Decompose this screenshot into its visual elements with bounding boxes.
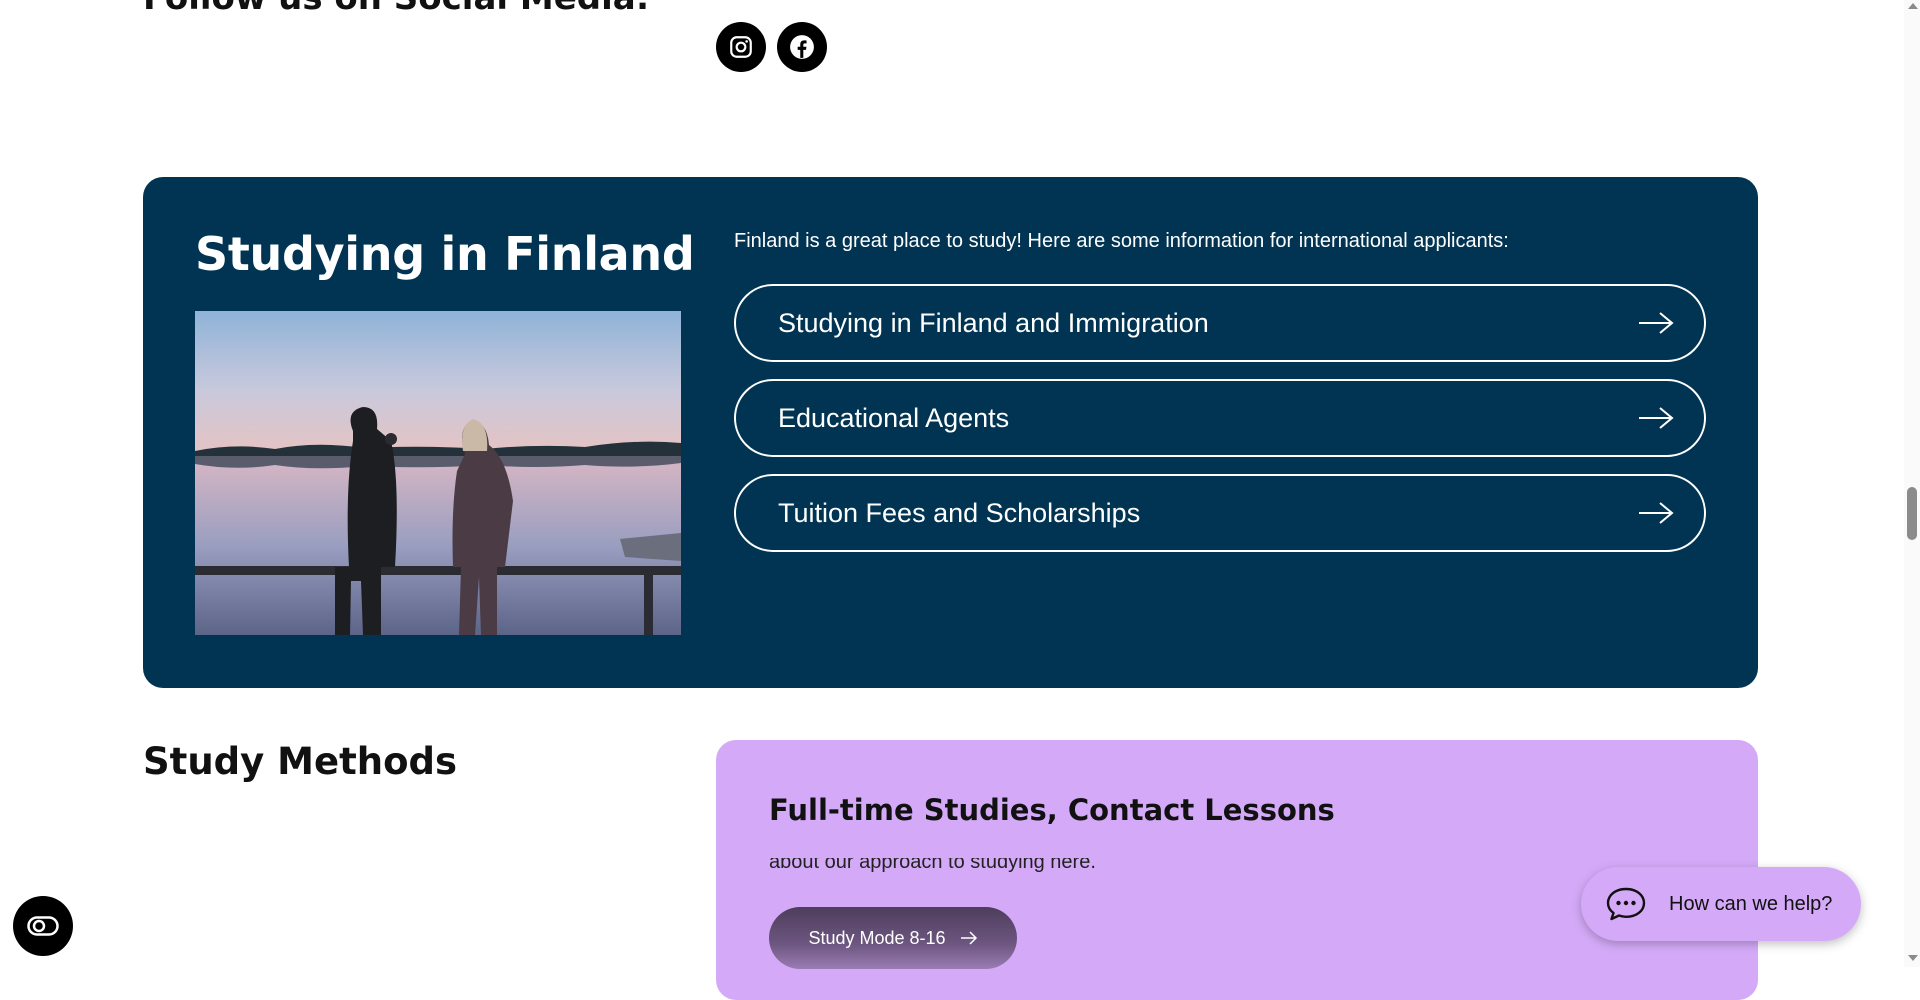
instagram-icon (730, 36, 752, 58)
methods-card-text: about our approach to studying here. (769, 858, 1096, 878)
facebook-icon (790, 35, 814, 59)
scroll-down-arrow-icon[interactable] (1908, 955, 1918, 961)
finland-lake-photo (195, 311, 681, 635)
arrow-right-icon (1639, 407, 1674, 429)
scrollbar-thumb[interactable] (1907, 487, 1917, 540)
link-label: Educational Agents (778, 402, 1010, 433)
page-scrollbar[interactable] (1904, 0, 1920, 967)
link-label: Tuition Fees and Scholarships (778, 497, 1141, 528)
study-methods-heading: Study Methods (143, 740, 458, 783)
facebook-link[interactable] (777, 22, 827, 72)
studying-in-finland-card: Studying in Finland Finland is a great p… (143, 177, 1758, 688)
chat-widget-button[interactable]: How can we help? (1581, 867, 1861, 941)
finland-link-list: Studying in Finland and Immigration Educ… (734, 284, 1706, 569)
social-icons (716, 22, 827, 72)
link-tuition-fees-and-scholarships[interactable]: Tuition Fees and Scholarships (734, 474, 1706, 552)
arrow-right-icon (960, 931, 977, 945)
link-studying-in-finland-and-immigration[interactable]: Studying in Finland and Immigration (734, 284, 1706, 362)
accessibility-toggle-icon (27, 916, 59, 936)
social-media-heading: Follow us on Social Media: (143, 0, 649, 18)
finland-card-title: Studying in Finland (195, 227, 695, 281)
finland-intro-text: Finland is a great place to study! Here … (734, 230, 1509, 252)
scroll-up-arrow-icon[interactable] (1908, 3, 1918, 9)
arrow-right-icon (1639, 502, 1674, 524)
arrow-right-icon (1639, 312, 1674, 334)
methods-card-text-line: about our approach to studying here. (769, 858, 1096, 873)
methods-card-title: Full-time Studies, Contact Lessons (769, 793, 1335, 827)
accessibility-button[interactable] (13, 896, 73, 956)
chat-bubble-icon (1606, 887, 1646, 921)
chat-widget-label: How can we help? (1669, 892, 1833, 915)
instagram-link[interactable] (716, 22, 766, 72)
study-mode-button-label: Study Mode 8-16 (808, 927, 946, 948)
link-educational-agents[interactable]: Educational Agents (734, 379, 1706, 457)
study-mode-button[interactable]: Study Mode 8-16 (769, 907, 1017, 969)
link-label: Studying in Finland and Immigration (778, 307, 1209, 338)
